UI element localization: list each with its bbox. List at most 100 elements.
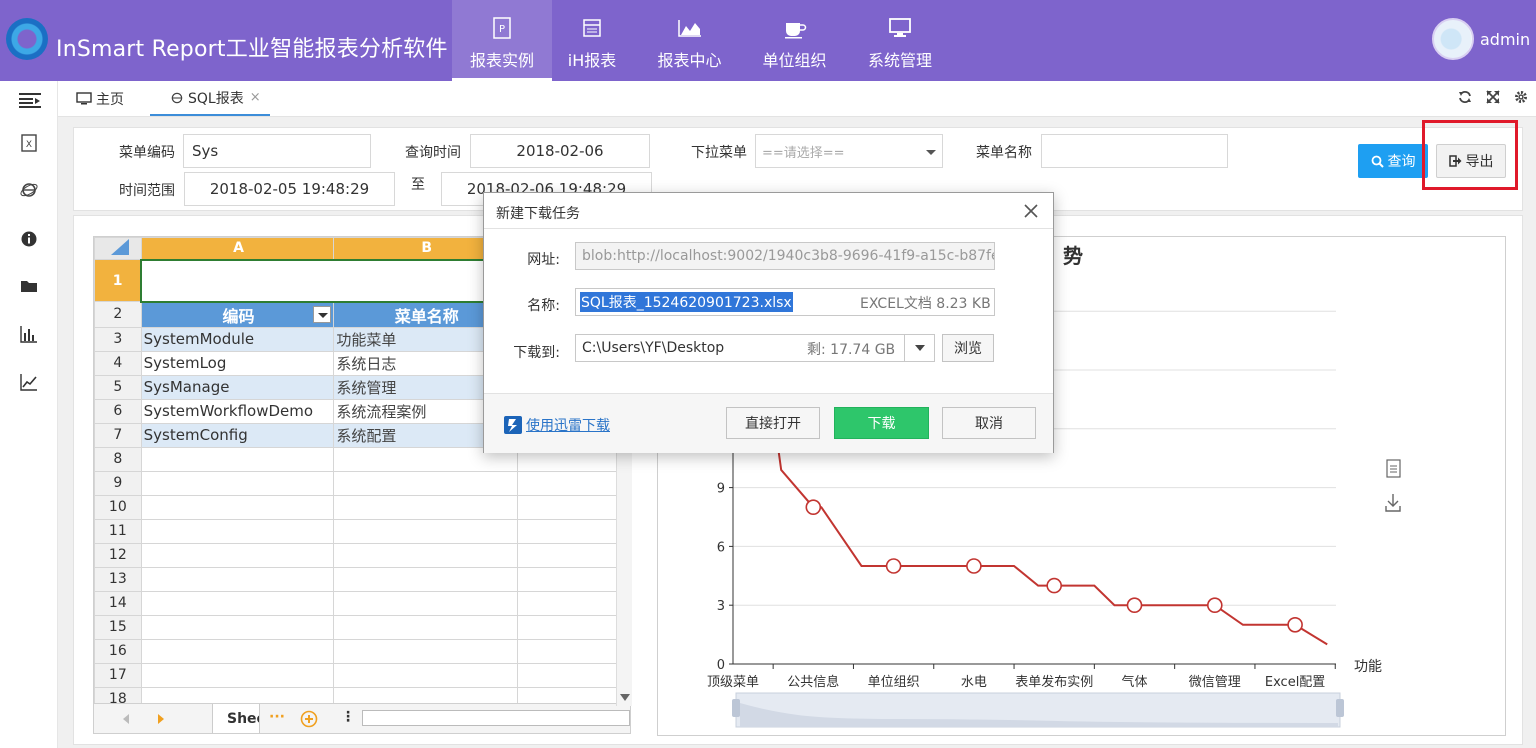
data-point[interactable]	[966, 558, 982, 574]
query-button[interactable]: 查询	[1358, 144, 1428, 178]
row-number[interactable]: 3	[94, 326, 142, 352]
cell[interactable]	[333, 590, 519, 616]
ie-browser-icon[interactable]	[20, 181, 38, 199]
tab-sql-report[interactable]: SQL报表 ×	[150, 81, 270, 116]
data-point[interactable]	[805, 499, 822, 516]
cell[interactable]	[517, 542, 630, 568]
code-cell[interactable]: SystemModule	[140, 326, 335, 352]
row-number[interactable]: 2	[94, 301, 142, 328]
url-field[interactable]: blob:http://localhost:9002/1940c3b8-9696…	[575, 242, 995, 270]
excel-file-icon[interactable]: X	[20, 134, 38, 152]
user-menu[interactable]: admin	[1432, 18, 1530, 60]
bar-chart-icon[interactable]	[20, 325, 38, 343]
row-number[interactable]: 12	[94, 542, 142, 568]
nav-system-admin[interactable]: 系统管理	[842, 0, 958, 81]
xunlei-download-link[interactable]: 使用迅雷下载	[504, 415, 610, 435]
cell[interactable]	[333, 494, 519, 520]
row-number[interactable]: 9	[94, 470, 142, 496]
select-all-corner[interactable]	[94, 237, 142, 260]
prev-sheet-icon[interactable]	[122, 714, 130, 724]
cell[interactable]	[333, 662, 519, 688]
more-sheets-icon[interactable]: ···	[269, 709, 285, 725]
column-a-header[interactable]: A	[140, 237, 335, 260]
data-point[interactable]	[1206, 597, 1223, 614]
data-point[interactable]	[1046, 577, 1063, 594]
row-number[interactable]: 10	[94, 494, 142, 520]
cell[interactable]	[140, 590, 335, 616]
header-code-cell[interactable]: 编码	[140, 301, 335, 328]
info-icon[interactable]	[20, 230, 38, 248]
gear-icon[interactable]	[1514, 90, 1528, 104]
data-point[interactable]	[1126, 597, 1143, 614]
cell[interactable]	[140, 446, 335, 472]
row-number[interactable]: 1	[94, 259, 142, 302]
cell[interactable]	[517, 518, 630, 544]
cell[interactable]	[140, 566, 335, 592]
line-chart-icon[interactable]	[20, 373, 38, 391]
cell[interactable]	[517, 638, 630, 664]
code-cell[interactable]: SystemConfig	[140, 422, 335, 448]
dropdown-select[interactable]: ==请选择==	[755, 134, 943, 168]
menu-code-input[interactable]: Sys	[183, 134, 371, 168]
cell[interactable]	[333, 518, 519, 544]
close-icon[interactable]	[1023, 203, 1039, 219]
close-icon[interactable]: ×	[250, 90, 261, 105]
row-number[interactable]: 17	[94, 662, 142, 688]
cell[interactable]	[333, 638, 519, 664]
next-sheet-icon[interactable]	[157, 714, 165, 724]
fullscreen-icon[interactable]	[1486, 90, 1500, 104]
scroll-down-icon[interactable]	[620, 694, 630, 702]
tab-home[interactable]: 主页	[76, 81, 124, 116]
cell[interactable]	[517, 662, 630, 688]
cell[interactable]	[140, 470, 335, 496]
code-cell[interactable]: SystemWorkflowDemo	[140, 398, 335, 424]
sheet-tab[interactable]: Shee	[212, 704, 260, 733]
nav-ih-report[interactable]: iH报表	[552, 0, 632, 81]
cell[interactable]	[140, 542, 335, 568]
cell[interactable]	[333, 470, 519, 496]
cell[interactable]	[517, 614, 630, 640]
row-number[interactable]: 15	[94, 614, 142, 640]
data-point[interactable]	[885, 558, 902, 574]
menu-toggle-icon[interactable]	[19, 91, 41, 109]
filter-dropdown-icon[interactable]	[313, 305, 332, 323]
query-time-input[interactable]: 2018-02-06	[470, 134, 650, 168]
save-image-icon[interactable]	[1385, 494, 1401, 512]
path-dropdown-button[interactable]	[904, 334, 934, 362]
nav-organization[interactable]: 单位组织	[747, 0, 842, 81]
cell[interactable]	[517, 590, 630, 616]
row-number[interactable]: 7	[94, 422, 142, 448]
cancel-button[interactable]: 取消	[942, 407, 1036, 439]
cell[interactable]	[140, 638, 335, 664]
row-number[interactable]: 4	[94, 350, 142, 376]
sheet-menu-icon[interactable]: ⋮	[341, 709, 355, 725]
open-directly-button[interactable]: 直接打开	[726, 407, 820, 439]
cell[interactable]	[517, 566, 630, 592]
row-number[interactable]: 8	[94, 446, 142, 472]
row-number[interactable]: 5	[94, 374, 142, 400]
time-range-start-input[interactable]: 2018-02-05 19:48:29	[184, 172, 395, 206]
code-cell[interactable]: SysManage	[140, 374, 335, 400]
data-point[interactable]	[1287, 616, 1303, 633]
cell[interactable]	[333, 542, 519, 568]
refresh-icon[interactable]	[1458, 90, 1472, 104]
add-sheet-icon[interactable]	[300, 710, 318, 728]
download-button[interactable]: 下载	[834, 407, 929, 439]
horizontal-scrollbar[interactable]	[362, 710, 630, 726]
row-number[interactable]: 16	[94, 638, 142, 664]
cell[interactable]	[140, 494, 335, 520]
browse-button[interactable]: 浏览	[942, 334, 994, 362]
folder-icon[interactable]	[20, 277, 38, 295]
row-number[interactable]: 6	[94, 398, 142, 424]
menu-name-input[interactable]	[1041, 134, 1228, 168]
cell[interactable]	[517, 494, 630, 520]
cell[interactable]	[517, 470, 630, 496]
data-view-icon[interactable]	[1386, 459, 1401, 478]
row-number[interactable]: 11	[94, 518, 142, 544]
cell[interactable]	[140, 662, 335, 688]
nav-report-examples[interactable]: P 报表实例	[452, 0, 552, 81]
row-number[interactable]: 14	[94, 590, 142, 616]
data-zoom-slider[interactable]	[732, 692, 1344, 728]
code-cell[interactable]: SystemLog	[140, 350, 335, 376]
nav-report-center[interactable]: 报表中心	[632, 0, 747, 81]
